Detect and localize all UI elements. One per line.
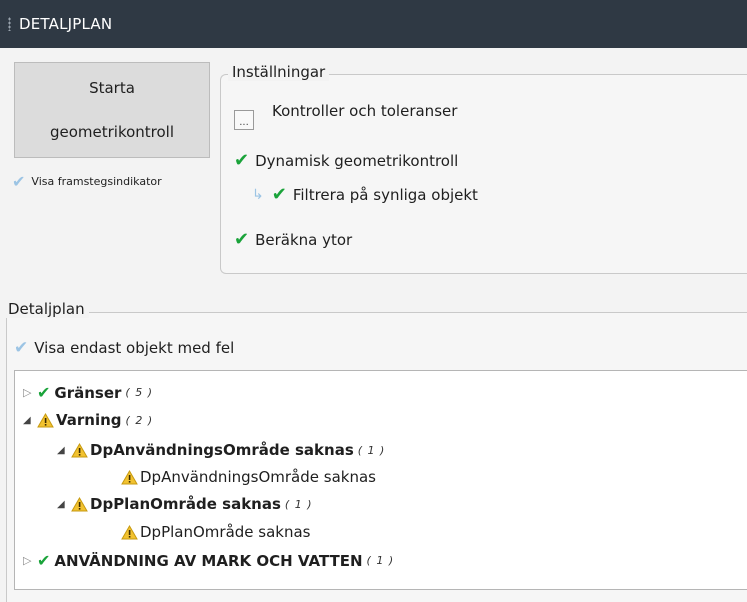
tree-node-label: ANVÄNDNING AV MARK OCH VATTEN <box>54 551 363 570</box>
tree-node-dp-anvandningsomrade[interactable]: ◢ DpAnvändningsOmråde saknas ( 1 ) <box>57 441 385 459</box>
grip-icon[interactable] <box>8 17 11 31</box>
show-progress-label: Visa framstegsindikator <box>31 175 162 188</box>
warning-icon <box>121 469 138 484</box>
tree-node-count: ( 1 ) <box>366 554 395 567</box>
show-progress-checkbox[interactable]: ✔ Visa framstegsindikator <box>12 172 162 191</box>
warning-icon <box>71 496 88 511</box>
compute-areas-label: Beräkna ytor <box>255 230 353 249</box>
start-button-line2: geometrikontroll <box>49 123 175 141</box>
check-icon: ✔ <box>12 172 26 191</box>
title-bar: DETALJPLAN <box>0 0 747 48</box>
tree-leaf-dp-planomrade[interactable]: DpPlanOmråde saknas <box>121 523 311 541</box>
filter-visible-label: Filtrera på synliga objekt <box>292 185 478 204</box>
tree-node-count: ( 2 ) <box>125 413 154 427</box>
check-icon: ✔ <box>234 229 250 250</box>
tree-node-count: ( 5 ) <box>125 386 153 399</box>
start-button-line1: Starta <box>89 79 135 97</box>
collapse-arrow-icon[interactable]: ◢ <box>57 445 71 456</box>
tree-node-label: DpAnvändningsOmråde saknas <box>90 441 354 459</box>
controls-tolerances-label: Kontroller och toleranser <box>272 102 458 120</box>
tree-node-label: Gränser <box>54 383 122 402</box>
warning-icon <box>121 524 138 539</box>
tree-node-label: DpPlanOmråde saknas <box>140 523 311 541</box>
check-icon: ✔ <box>271 184 287 205</box>
check-icon: ✔ <box>234 150 250 171</box>
compute-areas-checkbox[interactable]: ✔ Beräkna ytor <box>234 229 352 250</box>
warning-icon <box>37 412 54 427</box>
tree-node-granser[interactable]: ▷ ✔ Gränser ( 5 ) <box>23 383 153 402</box>
tree-node-dp-planomrade[interactable]: ◢ DpPlanOmråde saknas ( 1 ) <box>57 495 313 513</box>
tree-node-label: Varning <box>56 411 122 429</box>
filter-visible-checkbox[interactable]: ↳ ✔ Filtrera på synliga objekt <box>252 184 478 205</box>
dynamic-check-checkbox[interactable]: ✔ Dynamisk geometrikontroll <box>234 150 458 171</box>
only-errors-checkbox[interactable]: ✔ Visa endast objekt med fel <box>14 338 234 358</box>
expand-arrow-icon[interactable]: ▷ <box>23 554 37 567</box>
collapse-arrow-icon[interactable]: ◢ <box>57 499 71 510</box>
result-tree[interactable]: ▷ ✔ Gränser ( 5 ) ◢ Varning ( 2 ) ◢ DpAn… <box>14 370 747 590</box>
check-icon: ✔ <box>14 338 29 358</box>
warning-icon <box>71 442 88 457</box>
tree-node-count: ( 1 ) <box>284 497 313 511</box>
sub-option-arrow-icon: ↳ <box>252 186 264 203</box>
start-geometry-check-button[interactable]: Starta geometrikontroll <box>14 62 210 158</box>
tree-leaf-dp-anvandningsomrade[interactable]: DpAnvändningsOmråde saknas <box>121 468 376 486</box>
detaljplan-legend: Detaljplan <box>4 300 89 318</box>
check-icon: ✔ <box>37 383 51 402</box>
tree-node-anvandning-mark-vatten[interactable]: ▷ ✔ ANVÄNDNING AV MARK OCH VATTEN ( 1 ) <box>23 551 394 570</box>
window-title: DETALJPLAN <box>19 15 113 33</box>
check-icon: ✔ <box>37 551 51 570</box>
collapse-arrow-icon[interactable]: ◢ <box>23 415 37 426</box>
controls-tolerances-button[interactable]: ... <box>234 110 254 130</box>
tree-node-count: ( 1 ) <box>357 443 386 457</box>
tree-node-varning[interactable]: ◢ Varning ( 2 ) <box>23 411 153 429</box>
tree-node-label: DpPlanOmråde saknas <box>90 495 281 513</box>
only-errors-label: Visa endast objekt med fel <box>34 339 235 357</box>
expand-arrow-icon[interactable]: ▷ <box>23 386 37 399</box>
dynamic-check-label: Dynamisk geometrikontroll <box>255 151 459 170</box>
tree-node-label: DpAnvändningsOmråde saknas <box>140 468 376 486</box>
settings-legend: Inställningar <box>228 63 330 81</box>
